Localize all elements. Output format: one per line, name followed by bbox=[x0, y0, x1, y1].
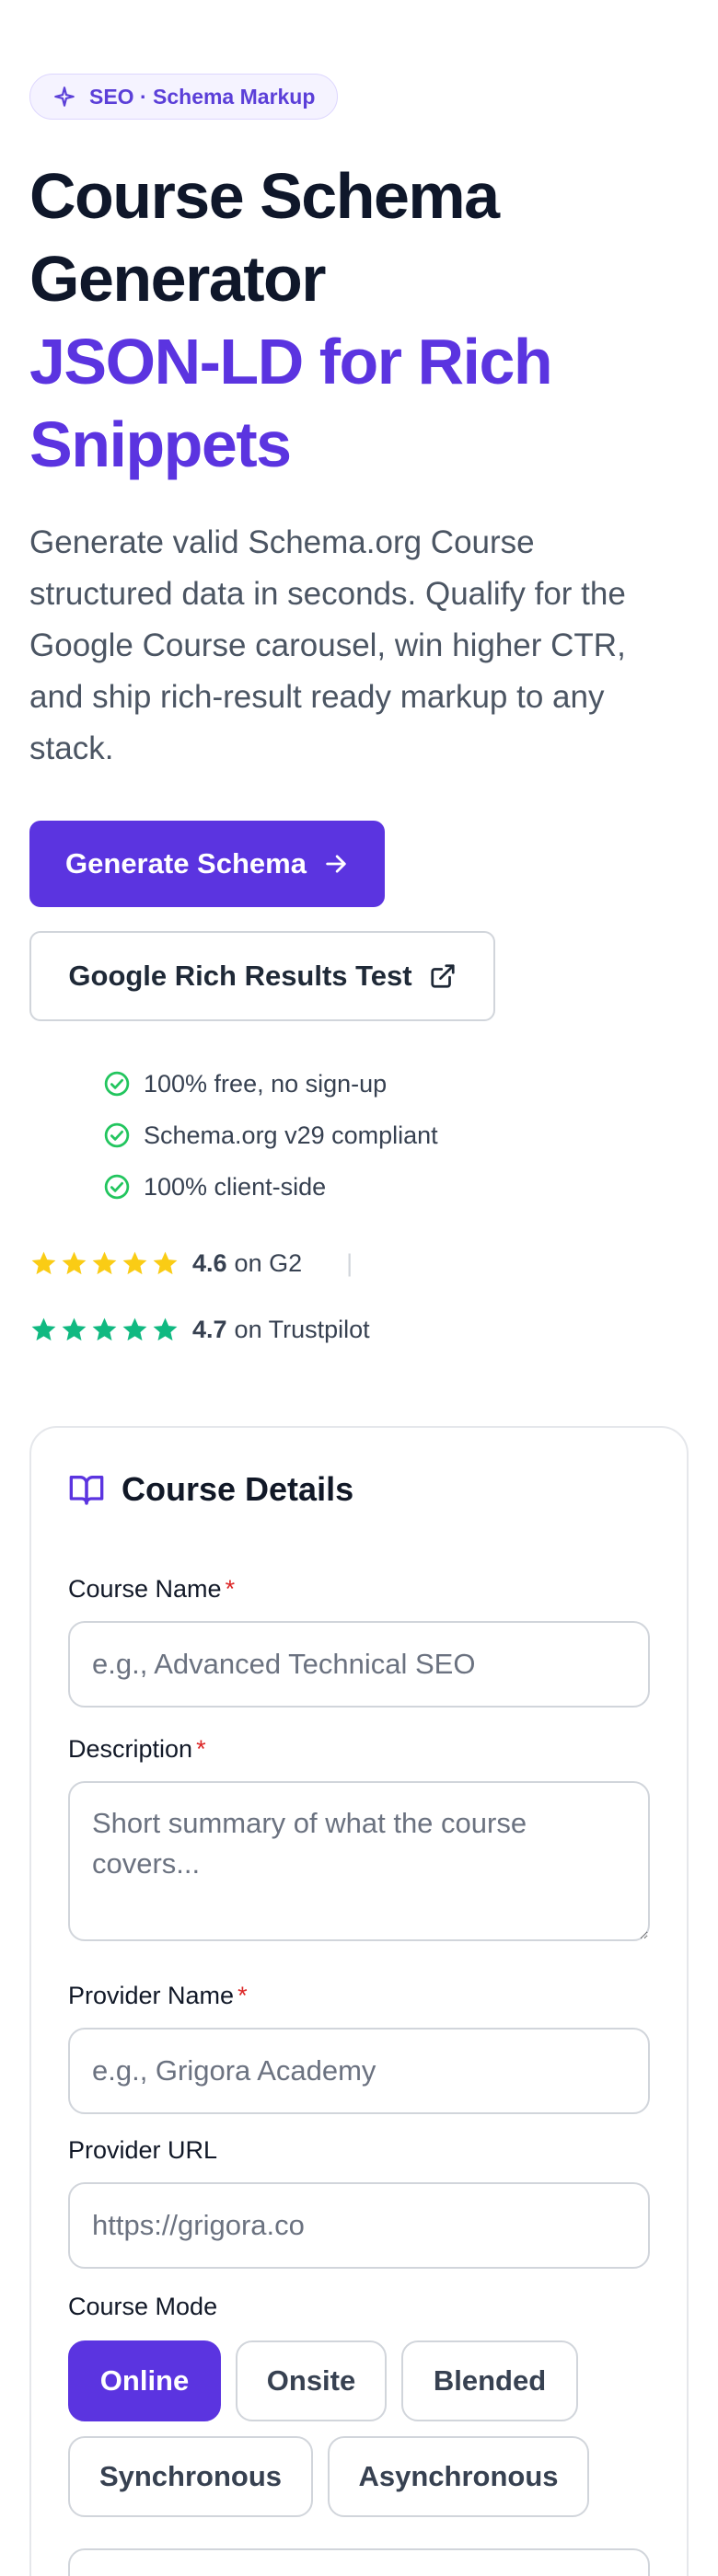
required-marker: * bbox=[196, 1735, 206, 1763]
list-item: Schema.org v29 compliant bbox=[103, 1110, 438, 1161]
star-icon bbox=[122, 1251, 147, 1275]
book-open-icon bbox=[69, 1476, 104, 1505]
course-name-label: Course Name * bbox=[68, 1575, 235, 1604]
star-icon bbox=[92, 1317, 117, 1341]
mode-synchronous-button[interactable]: Synchronous bbox=[68, 2436, 313, 2517]
provider-name-label: Provider Name * bbox=[68, 1982, 248, 2010]
mode-online-button[interactable]: Online bbox=[68, 2340, 221, 2421]
course-name-label-text: Course Name bbox=[68, 1575, 222, 1603]
rating-score: 4.6 bbox=[192, 1249, 227, 1277]
rich-results-test-label: Google Rich Results Test bbox=[68, 960, 412, 992]
check-label: Schema.org v29 compliant bbox=[144, 1121, 438, 1149]
course-mode-options: Online Onsite Blended Synchronous Asynch… bbox=[68, 2340, 657, 2517]
star-rating bbox=[29, 1249, 180, 1278]
check-label: 100% client-side bbox=[144, 1172, 327, 1201]
star-icon bbox=[31, 1251, 56, 1275]
star-rating bbox=[29, 1316, 180, 1344]
check-label: 100% free, no sign-up bbox=[144, 1069, 388, 1098]
course-name-input[interactable] bbox=[68, 1621, 650, 1708]
rating-trustpilot: 4.7 on Trustpilot bbox=[29, 1316, 370, 1344]
required-marker: * bbox=[237, 1982, 248, 2009]
badge-label: SEO · Schema Markup bbox=[89, 84, 316, 109]
description-textarea[interactable] bbox=[68, 1781, 650, 1941]
card-heading: Course Details bbox=[68, 1470, 353, 1509]
course-details-card: Course Details Course Name* Description*… bbox=[29, 1426, 689, 2576]
star-icon bbox=[122, 1317, 147, 1341]
generate-schema-label: Generate Schema bbox=[65, 847, 307, 880]
star-icon bbox=[31, 1317, 56, 1341]
star-icon bbox=[92, 1251, 117, 1275]
rating-g2: 4.6 on G2 | bbox=[29, 1249, 353, 1278]
card-title: Course Details bbox=[122, 1470, 354, 1508]
category-badge: SEO · Schema Markup bbox=[29, 74, 339, 120]
arrow-right-icon bbox=[326, 855, 346, 873]
page-title: Course Schema Generator JSON-LD for Rich… bbox=[29, 155, 689, 486]
list-item: 100% client-side bbox=[103, 1161, 438, 1213]
list-item: 100% free, no sign-up bbox=[103, 1058, 438, 1110]
page: SEO · Schema Markup Course Schema Genera… bbox=[0, 0, 718, 2576]
external-link-icon bbox=[430, 964, 455, 988]
provider-url-input[interactable] bbox=[68, 2182, 650, 2269]
mode-onsite-button[interactable]: Onsite bbox=[236, 2340, 387, 2421]
sparkle-icon bbox=[54, 86, 75, 107]
feature-checklist: 100% free, no sign-up Schema.org v29 com… bbox=[103, 1058, 438, 1213]
next-field-input[interactable] bbox=[68, 2548, 650, 2576]
star-icon bbox=[153, 1251, 178, 1275]
title-line-accent: JSON-LD for Rich Snippets bbox=[29, 326, 553, 480]
rich-results-test-button[interactable]: Google Rich Results Test bbox=[29, 931, 495, 1021]
required-marker: * bbox=[225, 1575, 236, 1603]
course-mode-label: Course Mode bbox=[68, 2293, 218, 2320]
provider-name-input[interactable] bbox=[68, 2028, 650, 2114]
description-label-text: Description bbox=[68, 1735, 193, 1763]
star-icon bbox=[153, 1317, 178, 1341]
check-circle-icon bbox=[104, 1174, 130, 1200]
check-circle-icon bbox=[104, 1122, 130, 1148]
rating-score: 4.7 bbox=[192, 1316, 227, 1343]
mode-blended-button[interactable]: Blended bbox=[401, 2340, 578, 2421]
star-icon bbox=[62, 1251, 87, 1275]
description-label: Description * bbox=[68, 1735, 206, 1764]
check-circle-icon bbox=[104, 1071, 130, 1097]
generate-schema-button[interactable]: Generate Schema bbox=[29, 821, 385, 907]
provider-url-label: Provider URL bbox=[68, 2136, 217, 2165]
title-line-main: Course Schema Generator bbox=[29, 160, 500, 315]
provider-name-label-text: Provider Name bbox=[68, 1982, 235, 2009]
rating-source: on Trustpilot bbox=[234, 1316, 370, 1343]
star-icon bbox=[62, 1317, 87, 1341]
hero-description: Generate valid Schema.org Course structu… bbox=[29, 524, 626, 766]
mode-asynchronous-button[interactable]: Asynchronous bbox=[328, 2436, 589, 2517]
divider: | bbox=[346, 1249, 353, 1277]
rating-source: on G2 bbox=[234, 1249, 303, 1277]
provider-url-label-text: Provider URL bbox=[68, 2136, 218, 2164]
